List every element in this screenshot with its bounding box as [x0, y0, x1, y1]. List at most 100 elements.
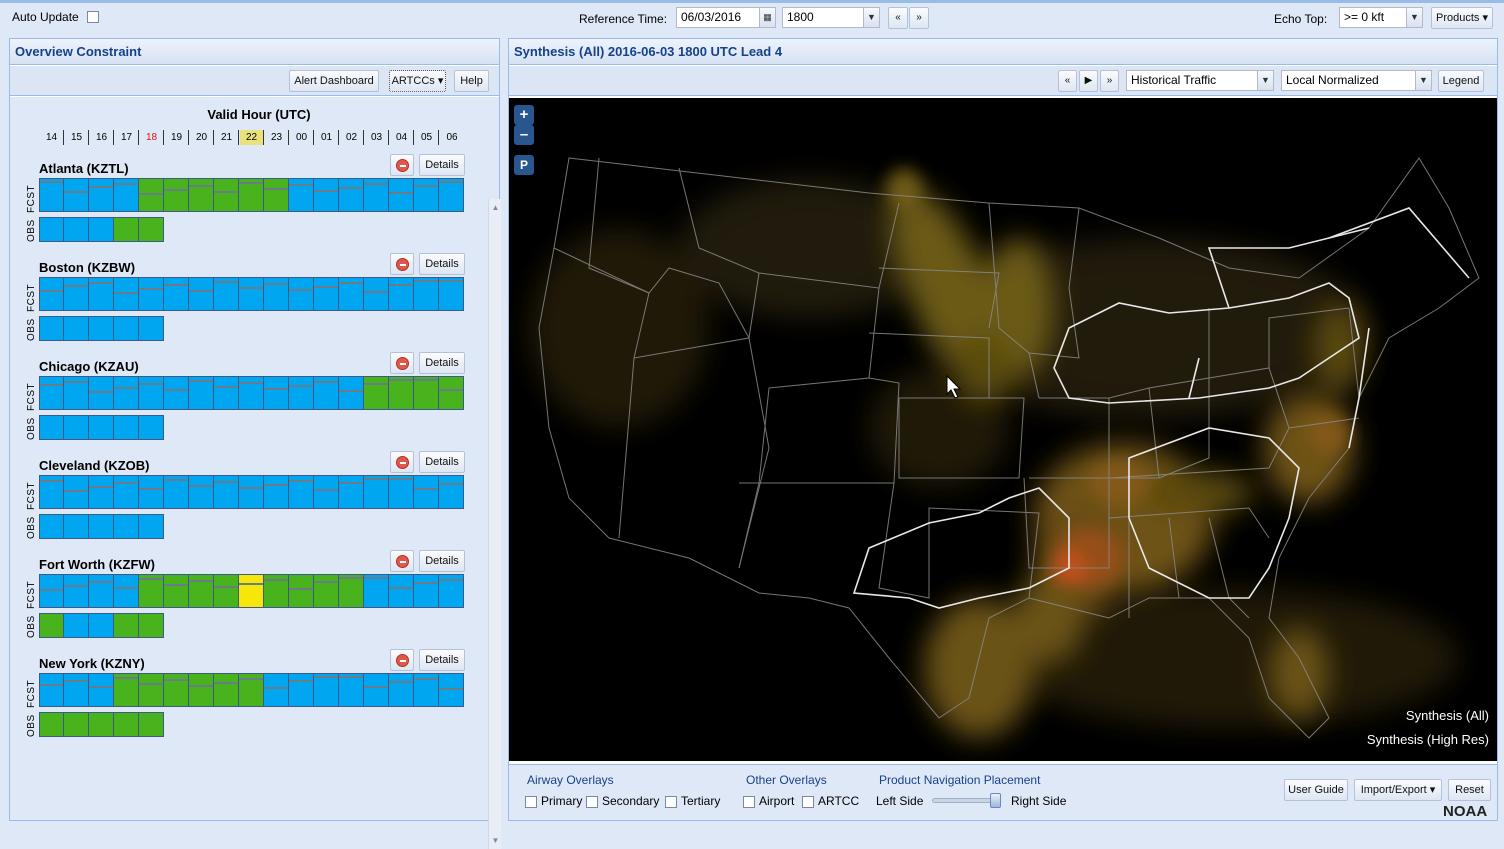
observed-cell[interactable]: [139, 613, 164, 638]
zoom-in-button[interactable]: +: [514, 105, 534, 125]
forecast-cell[interactable]: [314, 475, 339, 509]
forecast-cell[interactable]: [64, 376, 89, 410]
details-button[interactable]: Details: [419, 253, 465, 275]
forecast-cell[interactable]: [439, 475, 464, 509]
observed-cell[interactable]: [39, 514, 64, 539]
forecast-cell[interactable]: [64, 574, 89, 608]
forecast-cell[interactable]: [164, 277, 189, 311]
artcc-option[interactable]: ARTCC: [802, 794, 859, 808]
details-button[interactable]: Details: [419, 550, 465, 572]
observed-cell[interactable]: [39, 613, 64, 638]
observed-cell[interactable]: [64, 217, 89, 242]
hour-tick[interactable]: 15: [65, 130, 89, 145]
forecast-cell[interactable]: [339, 673, 364, 707]
forecast-cell[interactable]: [439, 574, 464, 608]
observed-cell[interactable]: [114, 712, 139, 737]
auto-update-checkbox[interactable]: [87, 11, 99, 23]
observed-cell[interactable]: [114, 415, 139, 440]
forecast-cell[interactable]: [414, 178, 439, 212]
forecast-cell[interactable]: [189, 475, 214, 509]
forecast-cell[interactable]: [364, 475, 389, 509]
forecast-cell[interactable]: [164, 475, 189, 509]
forecast-cell[interactable]: [189, 178, 214, 212]
forecast-cell[interactable]: [189, 277, 214, 311]
forecast-cell[interactable]: [164, 376, 189, 410]
forecast-cell[interactable]: [239, 277, 264, 311]
forecast-cell[interactable]: [89, 673, 114, 707]
forecast-cell[interactable]: [189, 574, 214, 608]
scroll-down-icon[interactable]: ▼: [491, 836, 500, 845]
forecast-cell[interactable]: [214, 475, 239, 509]
forecast-cell[interactable]: [114, 178, 139, 212]
hour-tick[interactable]: 14: [40, 130, 64, 145]
forecast-cell[interactable]: [414, 574, 439, 608]
scroll-up-icon[interactable]: ▲: [491, 203, 500, 212]
tertiary-checkbox[interactable]: [665, 795, 677, 808]
forecast-cell[interactable]: [289, 277, 314, 311]
forecast-cell[interactable]: [239, 376, 264, 410]
remove-artcc-button[interactable]: [390, 550, 414, 572]
primary-checkbox[interactable]: [525, 795, 537, 808]
remove-artcc-button[interactable]: [390, 451, 414, 473]
hour-tick[interactable]: 00: [290, 130, 314, 145]
tertiary-option[interactable]: Tertiary: [665, 794, 720, 808]
forecast-cell[interactable]: [289, 376, 314, 410]
first-frame-button[interactable]: «: [1058, 70, 1077, 92]
primary-option[interactable]: Primary: [525, 794, 582, 808]
forecast-cell[interactable]: [139, 673, 164, 707]
details-button[interactable]: Details: [419, 649, 465, 671]
import-export-button[interactable]: Import/Export ▾: [1354, 779, 1442, 801]
hour-tick[interactable]: 17: [115, 130, 139, 145]
observed-cell[interactable]: [39, 712, 64, 737]
calendar-icon[interactable]: ▦: [759, 8, 775, 27]
forecast-cell[interactable]: [39, 178, 64, 212]
forecast-cell[interactable]: [414, 475, 439, 509]
forecast-cell[interactable]: [64, 475, 89, 509]
help-button[interactable]: Help: [454, 70, 489, 92]
forecast-cell[interactable]: [39, 475, 64, 509]
forecast-cell[interactable]: [339, 376, 364, 410]
artccs-menu-button[interactable]: ARTCCs ▾: [389, 70, 446, 92]
forecast-cell[interactable]: [164, 673, 189, 707]
forecast-cell[interactable]: [39, 574, 64, 608]
forecast-cell[interactable]: [439, 376, 464, 410]
forecast-cell[interactable]: [214, 673, 239, 707]
chevron-down-icon[interactable]: ▼: [1415, 71, 1431, 90]
forecast-cell[interactable]: [339, 178, 364, 212]
forecast-cell[interactable]: [389, 475, 414, 509]
forecast-cell[interactable]: [239, 673, 264, 707]
forecast-cell[interactable]: [39, 376, 64, 410]
forecast-cell[interactable]: [414, 376, 439, 410]
forecast-cell[interactable]: [139, 376, 164, 410]
chevron-down-icon[interactable]: ▼: [863, 8, 879, 27]
forecast-cell[interactable]: [214, 178, 239, 212]
forecast-cell[interactable]: [114, 376, 139, 410]
observed-cell[interactable]: [89, 316, 114, 341]
airport-option[interactable]: Airport: [743, 794, 794, 808]
forecast-cell[interactable]: [64, 277, 89, 311]
forecast-cell[interactable]: [439, 277, 464, 311]
artcc-checkbox[interactable]: [802, 795, 814, 808]
weather-map[interactable]: + – P Synthesis (All) Synthesis (High Re…: [509, 98, 1497, 761]
forecast-cell[interactable]: [39, 673, 64, 707]
reference-date-field[interactable]: 06/03/2016 ▦: [676, 7, 776, 28]
forecast-cell[interactable]: [339, 475, 364, 509]
hour-tick[interactable]: 04: [390, 130, 414, 145]
zoom-out-button[interactable]: –: [514, 125, 534, 145]
forecast-cell[interactable]: [189, 376, 214, 410]
forecast-cell[interactable]: [264, 277, 289, 311]
forecast-cell[interactable]: [139, 574, 164, 608]
hour-tick[interactable]: 03: [365, 130, 389, 145]
forecast-cell[interactable]: [439, 673, 464, 707]
chevron-down-icon[interactable]: ▼: [1406, 8, 1422, 27]
forecast-cell[interactable]: [264, 475, 289, 509]
details-button[interactable]: Details: [419, 451, 465, 473]
echo-top-select[interactable]: >= 0 kft ▼: [1339, 7, 1423, 28]
legend-button[interactable]: Legend: [1438, 70, 1484, 92]
hour-tick[interactable]: 18: [140, 130, 164, 145]
forecast-cell[interactable]: [114, 574, 139, 608]
forecast-cell[interactable]: [64, 178, 89, 212]
step-back-button[interactable]: «: [888, 7, 908, 29]
forecast-cell[interactable]: [164, 574, 189, 608]
forecast-cell[interactable]: [89, 178, 114, 212]
